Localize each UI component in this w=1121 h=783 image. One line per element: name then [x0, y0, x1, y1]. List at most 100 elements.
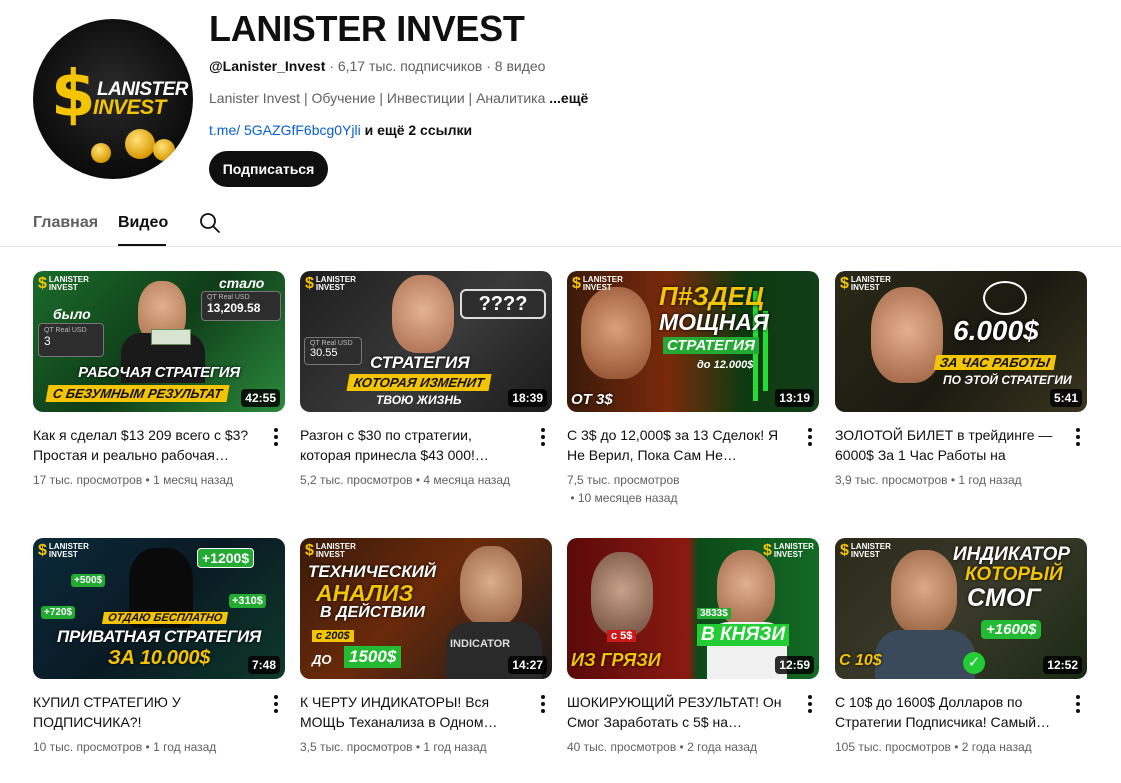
balance-widget: QT Real USD 13,209.58	[201, 291, 281, 321]
thumbnail-text: 1500$	[344, 646, 402, 668]
video-thumbnail[interactable]: $ LANISTER INVEST с 5$ 3833$ из грязи в кн…	[567, 538, 819, 679]
thumbnail-text: по этой стратегии	[943, 373, 1072, 387]
thumbnail-person	[591, 552, 653, 636]
video-duration: 18:39	[508, 389, 547, 407]
thumbnail-text: Отдаю бесплатно	[101, 612, 229, 624]
more-options-icon[interactable]	[540, 428, 546, 446]
channel-tabs: Главная Видео	[0, 200, 1121, 247]
video-title[interactable]: С 10$ до 1600$ Долларов по Стратегии Под…	[835, 692, 1053, 732]
video-stats: 17 тыс. просмотров • 1 месяц назад	[33, 473, 234, 487]
video-duration: 13:19	[775, 389, 814, 407]
thumbnail-person	[891, 550, 957, 634]
more-options-icon[interactable]	[1075, 695, 1081, 713]
video-card[interactable]: $ LANISTER INVEST +1200$ +500$ +720$ +310$…	[33, 538, 285, 754]
video-thumbnail[interactable]: $ LANISTER INVEST ???? QT Real USD 30.55 С…	[300, 271, 552, 412]
video-duration: 42:55	[241, 389, 280, 407]
more-options-icon[interactable]	[273, 695, 279, 713]
channel-link[interactable]: t.me/ 5GAZGfF6bcg0Yjli	[209, 122, 361, 138]
video-stats: 7,5 тыс. просмотров • 10 месяцев назад	[567, 473, 680, 505]
more-links-button[interactable]: и ещё 2 ссылки	[365, 122, 472, 138]
video-thumbnail[interactable]: $ LANISTER INVEST П#здец мощная стратегия …	[567, 271, 819, 412]
more-options-icon[interactable]	[273, 428, 279, 446]
coin-icon	[125, 129, 155, 159]
balance-widget: QT Real USD 3	[38, 323, 104, 357]
video-card[interactable]: $ LANISTER INVEST Индикатор который смог +…	[835, 538, 1087, 754]
upload-age: 2 года назад	[687, 740, 757, 754]
video-duration: 14:27	[508, 656, 547, 674]
subscribe-button[interactable]: Подписаться	[209, 151, 328, 187]
video-thumbnail[interactable]: $ LANISTER INVEST стало QT Real USD 13,209…	[33, 271, 285, 412]
thumbnail-text: стратегия	[663, 337, 759, 354]
video-duration: 5:41	[1049, 389, 1082, 407]
channel-name: LANISTER INVEST	[209, 8, 525, 49]
separator-dot: ·	[486, 58, 495, 74]
avatar-logo-text: INVEST	[93, 96, 166, 119]
video-title[interactable]: Разгон с $30 по стратегии, которая прине…	[300, 425, 518, 465]
video-duration: 12:52	[1043, 656, 1082, 674]
video-title[interactable]: КУПИЛ СТРАТЕГИЮ У ПОДПИСЧИКА?! Сумасшедш…	[33, 692, 251, 732]
channel-handle: @Lanister_Invest	[209, 58, 326, 74]
description-more-link[interactable]: ...ещё	[549, 90, 588, 106]
thumbnail-text: твою жизнь	[376, 393, 462, 407]
video-title[interactable]: Как я сделал $13 209 всего с $3? Простая…	[33, 425, 251, 465]
thumbnail-text: который	[965, 564, 1063, 585]
coin-icon	[153, 139, 175, 161]
tab-videos[interactable]: Видео	[118, 214, 168, 232]
thumbnail-text: до	[312, 652, 332, 667]
thumbnail-text: мощная	[659, 309, 769, 335]
upload-age: 2 года назад	[961, 740, 1032, 754]
thumbnail-text: INDICATOR	[450, 638, 511, 650]
more-options-icon[interactable]	[807, 428, 813, 446]
channel-logo-watermark: $ LANISTER INVEST	[305, 275, 356, 292]
profit-badge: +1200$	[197, 548, 255, 568]
view-count: 3,9 тыс. просмотров	[835, 473, 948, 487]
video-thumbnail[interactable]: $ LANISTER INVEST Индикатор который смог +…	[835, 538, 1087, 679]
tab-home[interactable]: Главная	[33, 214, 98, 232]
thumbnail-text: смог	[967, 584, 1041, 612]
thumbnail-text: стало	[219, 275, 265, 291]
video-title[interactable]: К ЧЕРТУ ИНДИКАТОРЫ! Вся МОЩЬ Теханализа …	[300, 692, 518, 732]
video-card[interactable]: $ LANISTER INVEST П#здец мощная стратегия …	[567, 271, 819, 505]
video-card[interactable]: $ LANISTER INVEST 6.000$ за час работы по …	[835, 271, 1087, 487]
video-title[interactable]: ЗОЛОТОЙ БИЛЕТ в трейдинге — 6000$ За 1 Ч…	[835, 425, 1053, 465]
thumbnail-text: Стратегия	[370, 353, 470, 372]
channel-logo-watermark: $ LANISTER INVEST	[840, 275, 891, 292]
video-card[interactable]: $ LANISTER INVEST с 5$ 3833$ из грязи в кн…	[567, 538, 819, 754]
channel-logo-watermark: $ LANISTER INVEST	[305, 542, 356, 559]
upload-age: 1 год назад	[958, 473, 1022, 487]
thumbnail-text: из грязи	[571, 650, 661, 670]
view-count: 5,2 тыс. просмотров	[300, 473, 413, 487]
channel-meta: @Lanister_Invest · 6,17 тыс. подписчиков…	[209, 58, 545, 74]
thumbnail-text: в действии	[320, 604, 426, 621]
channel-description[interactable]: Lanister Invest | Обучение | Инвестиции …	[209, 90, 588, 106]
thumbnail-text: за час работы	[933, 355, 1056, 370]
thumbnail-text: с 10$	[839, 652, 882, 669]
more-options-icon[interactable]	[1075, 428, 1081, 446]
channel-logo-watermark: $ LANISTER INVEST	[763, 542, 814, 559]
video-stats: 40 тыс. просмотров • 2 года назад	[567, 740, 757, 754]
video-card[interactable]: $ LANISTER INVEST Технический анализ в дей…	[300, 538, 552, 754]
dollar-bill-image	[151, 329, 191, 345]
thumbnail-text: от 3$	[571, 391, 613, 408]
channel-avatar[interactable]: $ LANISTER INVEST	[33, 19, 193, 179]
video-card[interactable]: $ LANISTER INVEST стало QT Real USD 13,209…	[33, 271, 285, 487]
upload-age: 4 месяца назад	[423, 473, 511, 487]
thumbnail-text: анализ	[316, 580, 414, 606]
view-count: 3,5 тыс. просмотров	[300, 740, 413, 754]
video-duration: 12:59	[775, 656, 814, 674]
thumbnail-person	[460, 546, 522, 626]
video-thumbnail[interactable]: $ LANISTER INVEST Технический анализ в дей…	[300, 538, 552, 679]
video-thumbnail[interactable]: $ LANISTER INVEST 6.000$ за час работы по …	[835, 271, 1087, 412]
checkmark-icon: ✓	[963, 652, 985, 674]
profit-badge: 3833$	[697, 608, 731, 619]
video-card[interactable]: $ LANISTER INVEST ???? QT Real USD 30.55 С…	[300, 271, 552, 487]
video-title[interactable]: С 3$ до 12,000$ за 13 Сделок! Я Не Верил…	[567, 425, 785, 465]
more-options-icon[interactable]	[807, 695, 813, 713]
video-thumbnail[interactable]: $ LANISTER INVEST +1200$ +500$ +720$ +310$…	[33, 538, 285, 679]
video-title[interactable]: ШОКИРУЮЩИЙ РЕЗУЛЬТАТ! Он Смог Заработать…	[567, 692, 785, 732]
thumbnail-text: Рабочая стратегия	[78, 364, 240, 381]
avatar-dollar-logo: $	[51, 58, 96, 132]
search-icon[interactable]	[198, 211, 222, 235]
more-options-icon[interactable]	[540, 695, 546, 713]
thumbnail-text: ????	[460, 289, 546, 319]
